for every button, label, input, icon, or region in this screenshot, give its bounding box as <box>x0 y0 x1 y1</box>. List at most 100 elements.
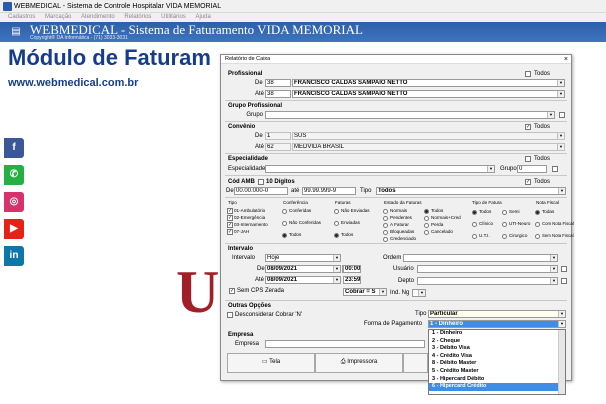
conv-ate-select[interactable]: MEDVIDA BRASIL ▼ <box>292 143 565 151</box>
calendar-icon[interactable]: ▼ <box>333 277 340 283</box>
int-de-time[interactable]: 00:00 <box>343 265 361 273</box>
ind-ng-select[interactable]: ▼ <box>412 289 426 297</box>
prof-ate-select[interactable]: FRANCISCO CALDAS SAMPAIO NETTO ▼ <box>292 90 565 98</box>
usuario-checkbox[interactable] <box>561 266 567 272</box>
nf-todas-radio[interactable] <box>535 210 540 215</box>
estado-normais-cred-radio[interactable] <box>424 216 429 221</box>
conferencia-todos-radio[interactable] <box>282 233 287 238</box>
option-dinheiro[interactable]: 1 - Dinheiro <box>429 330 565 338</box>
menu-relatorios[interactable]: Relatórios <box>124 14 151 20</box>
amb-tipo-select[interactable]: Todos ▼ <box>376 187 566 195</box>
ordem-select[interactable]: ▼ <box>403 254 558 262</box>
estado-credenciado-radio[interactable] <box>383 237 388 242</box>
sem-cps-checkbox[interactable]: ✓ <box>229 288 235 294</box>
intervalo-select[interactable]: Hoje ▼ <box>265 254 341 262</box>
tipo-07-checkbox[interactable]: ✓ <box>227 229 233 235</box>
faturas-todos-radio[interactable] <box>334 233 339 238</box>
conv-de-code-input[interactable]: 1 <box>265 132 291 140</box>
forma-pagamento-dropdown[interactable]: 1 - Dinheiro 2 - Cheque 3 - Débito Visa … <box>428 329 566 395</box>
estado-pendentes-radio[interactable] <box>383 216 388 221</box>
menu-ajuda[interactable]: Ajuda <box>195 14 210 20</box>
nao-enviadas-radio[interactable] <box>334 209 339 214</box>
chevron-down-icon[interactable]: ▼ <box>550 255 557 261</box>
extra-button[interactable] <box>403 353 428 373</box>
cobrar-select[interactable]: Cobrar = S ▼ <box>343 288 387 296</box>
empresa-select[interactable] <box>265 340 425 348</box>
estado-cancelado-radio[interactable] <box>424 230 429 235</box>
calendar-icon[interactable]: ▼ <box>333 266 340 272</box>
menu-marcacao[interactable]: Marcação <box>45 14 71 20</box>
chevron-down-icon[interactable]: ▼ <box>557 80 564 86</box>
int-de-date[interactable]: 08/09/2021 ▼ <box>265 265 341 273</box>
tf-clinico-radio[interactable] <box>472 222 477 227</box>
estado-afaturar-radio[interactable] <box>383 223 388 228</box>
grupo-select[interactable]: ▼ <box>265 111 555 119</box>
prof-de-code-input[interactable]: 38 <box>265 79 291 87</box>
tf-uti-radio[interactable] <box>472 234 477 239</box>
esp-grupo-input[interactable]: 0 <box>517 165 547 173</box>
nao-conferidas-radio[interactable] <box>282 221 287 226</box>
int-ate-date[interactable]: 08/09/2021 ▼ <box>265 276 341 284</box>
chevron-down-icon[interactable]: ▼ <box>550 266 557 272</box>
chevron-down-icon[interactable]: ▼ <box>557 91 564 97</box>
impressora-button[interactable]: ⎙ Impressora <box>315 353 403 373</box>
usuario-select[interactable]: ▼ <box>417 265 558 273</box>
option-cheque[interactable]: 2 - Cheque <box>429 338 565 346</box>
conv-de-select[interactable]: SUS ▼ <box>292 132 565 140</box>
tf-utineuro-radio[interactable] <box>502 222 507 227</box>
option-hipercard-credito[interactable]: 6 - Hipercard Crédito <box>429 383 565 391</box>
facebook-icon[interactable]: f <box>4 138 24 158</box>
menu-atendimento[interactable]: Atendimento <box>81 14 115 20</box>
whatsapp-icon[interactable]: ✆ <box>4 165 24 185</box>
conv-ate-code-input[interactable]: 62 <box>265 143 291 151</box>
prof-ate-code-input[interactable]: 38 <box>265 90 291 98</box>
depto-checkbox[interactable] <box>561 278 567 284</box>
nf-sem-radio[interactable] <box>535 234 540 239</box>
chevron-down-icon[interactable]: ▼ <box>550 278 557 284</box>
dropdown-scrollbar[interactable] <box>558 330 565 394</box>
chevron-down-icon[interactable]: ▼ <box>333 255 340 261</box>
chevron-down-icon[interactable]: ▼ <box>558 188 565 194</box>
tipo-02-checkbox[interactable]: ✓ <box>227 215 233 221</box>
youtube-icon[interactable]: ▶ <box>4 219 24 239</box>
menu-cadastros[interactable]: Cadastros <box>8 14 35 20</box>
nf-com-radio[interactable] <box>535 222 540 227</box>
especialidade-todos-checkbox[interactable] <box>525 156 531 162</box>
amb-ate-input[interactable]: 99.99.999-9 <box>302 187 356 195</box>
chevron-down-icon[interactable]: ▼ <box>418 290 425 296</box>
profissional-todos-checkbox[interactable] <box>525 71 531 77</box>
grupo-checkbox[interactable] <box>559 112 565 118</box>
tipo-03-checkbox[interactable]: ✓ <box>227 222 233 228</box>
menu-utilitarios[interactable]: Utilitários <box>161 14 186 20</box>
instagram-icon[interactable]: ◎ <box>4 192 24 212</box>
chevron-down-icon[interactable]: ▼ <box>379 289 386 295</box>
chevron-down-icon[interactable]: ▼ <box>558 321 565 327</box>
conferidas-radio[interactable] <box>282 209 287 214</box>
chevron-down-icon[interactable]: ▼ <box>557 144 564 150</box>
enviadas-radio[interactable] <box>334 221 339 226</box>
option-debito-master[interactable]: 8 - Débito Master <box>429 360 565 368</box>
forma-pagamento-select[interactable]: 1 - Dinheiro ▼ <box>428 320 566 328</box>
convenio-todos-checkbox[interactable]: ✓ <box>525 124 531 130</box>
desconsiderar-checkbox[interactable] <box>227 312 233 318</box>
int-ate-time[interactable]: 23:59 <box>343 276 361 284</box>
estado-normais-radio[interactable] <box>383 209 388 214</box>
chevron-down-icon[interactable]: ▼ <box>558 311 565 317</box>
option-hipercard-debito[interactable]: 3 - Hipercard Débito <box>429 376 565 384</box>
chevron-down-icon[interactable]: ▼ <box>557 133 564 139</box>
close-icon[interactable]: × <box>564 55 568 64</box>
tf-cirurgico-radio[interactable] <box>502 234 507 239</box>
tf-todos-radio[interactable] <box>472 210 477 215</box>
tf-semi-radio[interactable] <box>502 210 507 215</box>
prof-de-select[interactable]: FRANCISCO CALDAS SAMPAIO NETTO ▼ <box>292 79 565 87</box>
chevron-down-icon[interactable]: ▼ <box>547 112 554 118</box>
estado-todos-radio[interactable] <box>424 209 429 214</box>
amb-de-input[interactable]: 00.00.000-0 <box>234 187 288 195</box>
chevron-down-icon[interactable]: ▼ <box>487 166 494 172</box>
tela-button[interactable]: ▭ Tela <box>227 353 315 373</box>
option-credito-visa[interactable]: 4 - Crédito Visa <box>429 353 565 361</box>
estado-perda-radio[interactable] <box>424 223 429 228</box>
dez-digitos-checkbox[interactable] <box>258 179 264 185</box>
site-url[interactable]: www.webmedical.com.br <box>8 77 138 89</box>
estado-bloqueadas-radio[interactable] <box>383 230 388 235</box>
